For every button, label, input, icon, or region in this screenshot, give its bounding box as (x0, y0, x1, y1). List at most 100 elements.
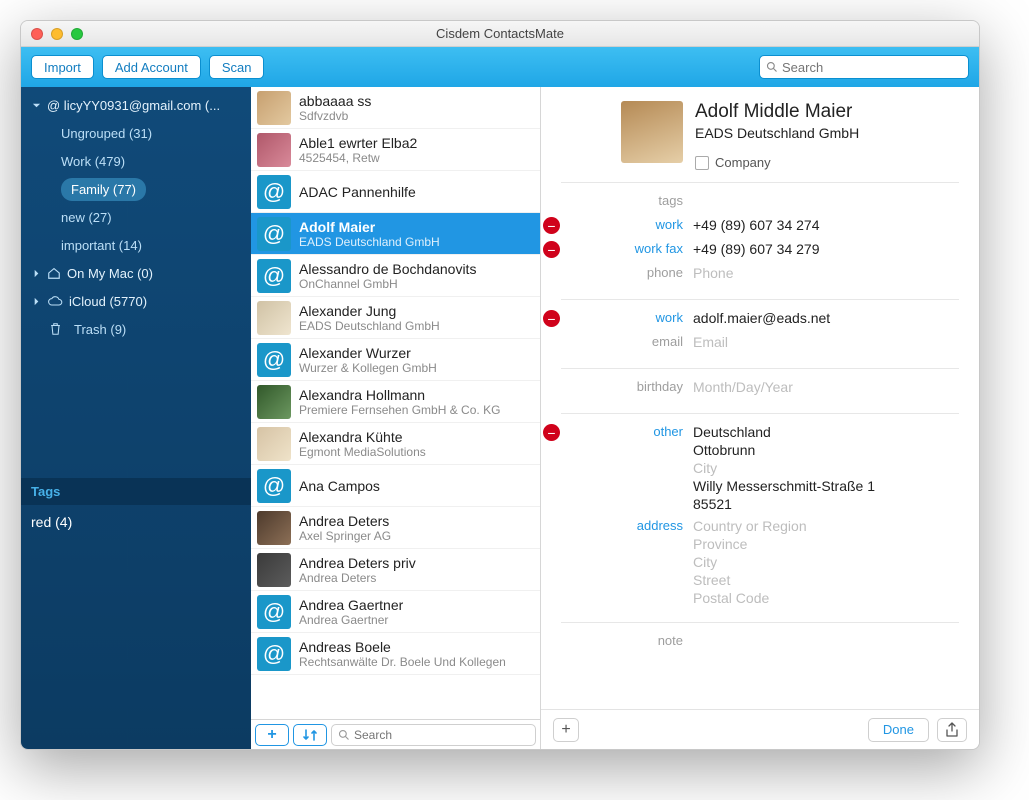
contact-avatar: @ (257, 637, 291, 671)
field-value[interactable]: +49 (89) 607 34 274 (693, 217, 959, 233)
field-label[interactable]: other (563, 424, 693, 439)
contact-name[interactable]: Adolf Middle Maier (695, 101, 859, 123)
contact-row[interactable]: @Ana Campos (251, 465, 540, 507)
contact-row[interactable]: Alexander JungEADS Deutschland GmbH (251, 297, 540, 339)
disclosure-triangle-icon (32, 101, 41, 110)
address-line[interactable]: Province (693, 536, 959, 552)
contact-row-name: Able1 ewrter Elba2 (299, 135, 417, 151)
remove-field-button[interactable]: − (543, 310, 560, 327)
contact-row-sub: EADS Deutschland GmbH (299, 319, 440, 333)
app-window: Cisdem ContactsMate Import Add Account S… (20, 20, 980, 750)
field-label[interactable]: email (563, 334, 693, 349)
remove-field-button[interactable]: − (543, 241, 560, 258)
address-line[interactable]: Ottobrunn (693, 442, 959, 458)
contact-search[interactable] (331, 724, 536, 746)
contact-row-sub: 4525454, Retw (299, 151, 417, 165)
sidebar-account-label: iCloud (5770) (69, 294, 147, 309)
contact-list-footer: + (251, 719, 540, 749)
contact-photo[interactable] (621, 101, 683, 163)
sort-toggle-button[interactable] (293, 724, 327, 746)
contact-row[interactable]: @Andreas BoeleRechtsanwälte Dr. Boele Un… (251, 633, 540, 675)
contact-avatar (257, 511, 291, 545)
address-line[interactable]: Willy Messerschmitt-Straße 1 (693, 478, 959, 494)
trash-icon (49, 322, 62, 336)
home-icon (47, 266, 61, 280)
sidebar-account-label: @ licyYY0931@gmail.com (... (47, 98, 220, 113)
add-contact-button[interactable]: + (255, 724, 289, 746)
contact-row[interactable]: abbaaaa ssSdfvzdvb (251, 87, 540, 129)
contact-avatar (257, 91, 291, 125)
address-line[interactable]: City (693, 554, 959, 570)
field-value[interactable]: +49 (89) 607 34 279 (693, 241, 959, 257)
address-line[interactable]: Country or Region (693, 518, 959, 534)
contact-avatar: @ (257, 343, 291, 377)
sidebar-account[interactable]: @ licyYY0931@gmail.com (... (21, 91, 251, 119)
contact-row-sub: Andrea Deters (299, 571, 416, 585)
sidebar-account[interactable]: iCloud (5770) (21, 287, 251, 315)
add-account-button[interactable]: Add Account (102, 55, 201, 79)
contact-row[interactable]: @ADAC Pannenhilfe (251, 171, 540, 213)
contact-row-name: Alessandro de Bochdanovits (299, 261, 476, 277)
contact-row[interactable]: @Adolf MaierEADS Deutschland GmbH (251, 213, 540, 255)
contact-row-sub: OnChannel GmbH (299, 277, 476, 291)
contact-row[interactable]: @Andrea GaertnerAndrea Gaertner (251, 591, 540, 633)
detail-field-row: phone Phone (541, 263, 959, 287)
field-value[interactable]: Phone (693, 265, 959, 281)
contact-row-sub: Sdfvzdvb (299, 109, 371, 123)
contact-search-input[interactable] (354, 728, 529, 742)
company-checkbox[interactable]: Company (695, 155, 859, 170)
address-line[interactable]: Street (693, 572, 959, 588)
contact-row-sub: Axel Springer AG (299, 529, 391, 543)
remove-field-button[interactable]: − (543, 424, 560, 441)
field-label[interactable]: work (563, 217, 693, 232)
detail-address-row: − other Deutschland Ottobrunn City Willy Me… (541, 422, 959, 516)
address-line[interactable]: 85521 (693, 496, 959, 512)
field-label[interactable]: work (563, 310, 693, 325)
sidebar-group[interactable]: Family (77) (21, 175, 251, 203)
contact-row-sub: Egmont MediaSolutions (299, 445, 426, 459)
contact-row[interactable]: Alexandra KühteEgmont MediaSolutions (251, 423, 540, 465)
detail-footer: + Done (541, 709, 979, 749)
toolbar-search-input[interactable] (782, 60, 962, 75)
sidebar-group[interactable]: Ungrouped (31) (21, 119, 251, 147)
contact-row[interactable]: Andrea DetersAxel Springer AG (251, 507, 540, 549)
remove-field-button[interactable]: − (543, 217, 560, 234)
contact-row[interactable]: Alexandra HollmannPremiere Fernsehen Gmb… (251, 381, 540, 423)
toolbar-search[interactable] (759, 55, 969, 79)
contact-row-name: abbaaaa ss (299, 93, 371, 109)
add-field-button[interactable]: + (553, 718, 579, 742)
scan-button[interactable]: Scan (209, 55, 265, 79)
birthday-value[interactable]: Month/Day/Year (693, 379, 959, 395)
contact-row[interactable]: @Alessandro de BochdanovitsOnChannel Gmb… (251, 255, 540, 297)
sidebar-group[interactable]: important (14) (21, 231, 251, 259)
field-label[interactable]: address (563, 518, 693, 533)
contact-row[interactable]: Andrea Deters privAndrea Deters (251, 549, 540, 591)
contact-avatar (257, 553, 291, 587)
contact-avatar (257, 301, 291, 335)
contact-row[interactable]: Able1 ewrter Elba24525454, Retw (251, 129, 540, 171)
field-label[interactable]: phone (563, 265, 693, 280)
contact-row[interactable]: @Alexander WurzerWurzer & Kollegen GmbH (251, 339, 540, 381)
contact-avatar: @ (257, 217, 291, 251)
detail-field-row: − work fax +49 (89) 607 34 279 (541, 239, 959, 263)
import-button[interactable]: Import (31, 55, 94, 79)
sidebar-group[interactable]: Work (479) (21, 147, 251, 175)
share-button[interactable] (937, 718, 967, 742)
sidebar-trash[interactable]: Trash (9) (21, 315, 251, 343)
address-line[interactable]: Postal Code (693, 590, 959, 606)
contact-row-sub: Andrea Gaertner (299, 613, 403, 627)
contact-row-name: Alexander Wurzer (299, 345, 437, 361)
address-line[interactable]: City (693, 460, 959, 476)
field-value[interactable]: Email (693, 334, 959, 350)
cloud-icon (47, 295, 63, 307)
contact-company[interactable]: EADS Deutschland GmbH (695, 125, 859, 141)
sidebar-group[interactable]: new (27) (21, 203, 251, 231)
address-line[interactable]: Deutschland (693, 424, 959, 440)
sidebar-account[interactable]: On My Mac (0) (21, 259, 251, 287)
field-value[interactable]: adolf.maier@eads.net (693, 310, 959, 326)
sidebar-tag[interactable]: red (4) (21, 505, 251, 539)
field-label[interactable]: work fax (563, 241, 693, 256)
contact-avatar (257, 385, 291, 419)
done-button[interactable]: Done (868, 718, 929, 742)
contact-avatar: @ (257, 595, 291, 629)
